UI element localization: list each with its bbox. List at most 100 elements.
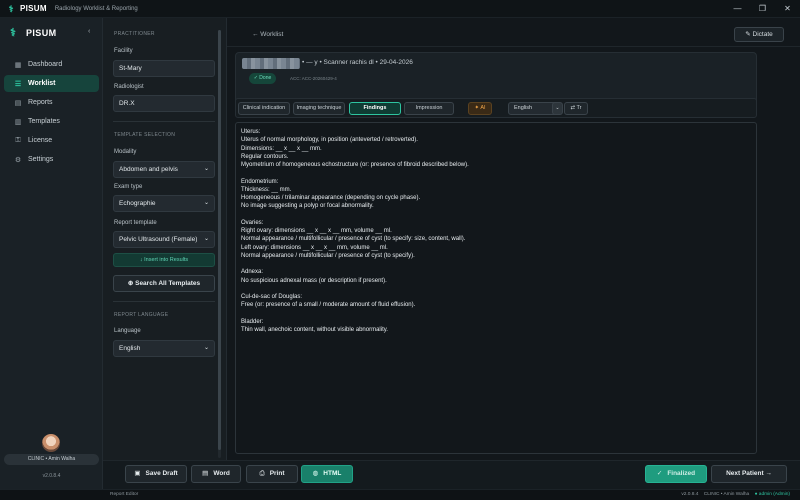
chevron-down-icon: ⌄: [203, 200, 209, 206]
maximize-button[interactable]: ❐: [750, 0, 775, 18]
language-select[interactable]: English ⌄: [113, 340, 215, 357]
report-template-select[interactable]: Pelvic Ultrasound (Female) ⌄: [113, 231, 215, 248]
word-label: Word: [213, 470, 230, 477]
modality-select[interactable]: Abdomen and pelvis ⌄: [113, 161, 215, 178]
editor-line: Bladder:: [241, 318, 264, 325]
sidebar-nav: ▦ Dashboard ☰ Worklist ▤ Reports ▥ Templ…: [4, 56, 99, 170]
editor-line: Thin wall, anechoic content, without vis…: [241, 327, 388, 333]
html-label: HTML: [323, 470, 342, 477]
exam-type-label: Exam type: [114, 184, 143, 190]
facility-field[interactable]: St-Mary: [113, 60, 215, 77]
close-button[interactable]: ✕: [775, 0, 800, 18]
status-badge: ✓ Done: [249, 73, 276, 84]
globe-icon: ◍: [312, 470, 319, 477]
brand: ⚕ PISUM: [10, 26, 57, 39]
caduceus-icon: ⚕: [10, 27, 16, 39]
editor-line: Endometrium:: [241, 178, 279, 185]
editor-line: Normal appearance / multifollicular / pr…: [241, 236, 466, 243]
dictate-label: Dictate: [752, 31, 773, 38]
chevron-down-icon: ⌄: [203, 345, 209, 351]
status-right: v2.0.8.4 CLINIC • Amin Walha ● admin (Ad…: [681, 490, 790, 500]
accession-number: ACC: ACC-20260429-4: [290, 76, 337, 81]
sidebar-item-templates[interactable]: ▥ Templates: [4, 113, 99, 130]
chevron-left-icon[interactable]: ‹: [88, 28, 90, 35]
editor-line: Uterus of normal morphology, in position…: [241, 137, 418, 144]
status-version: v2.0.8.4: [681, 492, 699, 497]
sidebar-item-dashboard[interactable]: ▦ Dashboard: [4, 56, 99, 73]
sidebar-item-label: Settings: [28, 156, 54, 163]
sidebar-item-label: License: [28, 137, 53, 144]
facility-label: Facility: [114, 48, 133, 54]
tab-clinical-indication[interactable]: Clinical indication: [238, 102, 290, 115]
minimize-button[interactable]: —: [725, 0, 750, 18]
status-left: Report Editor: [110, 492, 139, 497]
editor-line: Dimensions: __ x __ x __ mm.: [241, 145, 322, 152]
dictate-button[interactable]: ✎ Dictate: [734, 27, 784, 42]
chevron-down-icon: ⌄: [203, 166, 209, 172]
pen-icon: ✎: [745, 31, 753, 38]
avatar[interactable]: [42, 434, 60, 452]
key-icon: ⚿: [15, 136, 21, 144]
window-controls: — ❐ ✕: [725, 0, 800, 18]
finalize-label: Finalized: [667, 470, 696, 477]
chevron-down-icon: ⌄: [203, 236, 209, 242]
report-editor[interactable]: Uterus: Uterus of normal morphology, in p…: [235, 122, 757, 454]
sidebar-item-worklist[interactable]: ☰ Worklist: [4, 75, 99, 92]
editor-line: No suspicious adnexal mass (or descripti…: [241, 277, 387, 284]
editor-line: Homogeneous / trilaminar appearance (dep…: [241, 195, 421, 201]
insert-into-results-button[interactable]: ↓ Insert into Results: [113, 253, 215, 267]
radiologist-field[interactable]: DR.X: [113, 95, 215, 112]
main-area: ← Worklist ✎ Dictate • — y • Scanner rac…: [227, 18, 800, 460]
html-export-button[interactable]: ◍ HTML: [301, 465, 353, 483]
report-template-value: Pelvic Ultrasound (Female): [119, 236, 198, 243]
next-patient-button[interactable]: Next Patient →: [711, 465, 787, 483]
file-icon: ▤: [14, 99, 22, 107]
search-all-templates-label: Search All Templates: [135, 280, 201, 287]
editor-line: Normal appearance / multifollicular / pr…: [241, 252, 415, 259]
patient-meta: • — y • Scanner rachis dl • 29-04-2026: [302, 59, 413, 66]
save-draft-button[interactable]: ▣ Save Draft: [125, 465, 187, 483]
editor-line: Free (or: presence of a small / moderate…: [241, 302, 416, 309]
exam-type-value: Echographie: [119, 200, 156, 207]
print-button[interactable]: ⎙ Print: [246, 465, 298, 483]
divider: [227, 46, 800, 47]
finalize-button[interactable]: ✓ Finalized: [645, 465, 707, 483]
editor-line: Myometrium of homogeneous echostructure …: [241, 162, 469, 168]
search-all-templates-button[interactable]: ⊕ Search All Templates: [113, 275, 215, 292]
app-subtitle: Radiology Worklist & Reporting: [54, 5, 138, 12]
radiologist-label: Radiologist: [114, 84, 144, 90]
sidebar-item-label: Worklist: [28, 80, 56, 87]
word-export-button[interactable]: ▤ Word: [191, 465, 241, 483]
sidebar-item-license[interactable]: ⚿ License: [4, 132, 99, 149]
language-value: English: [119, 345, 141, 352]
exam-type-select[interactable]: Echographie ⌄: [113, 195, 215, 212]
status-clinic: CLINIC • Amin Walha: [703, 492, 750, 497]
report-options-panel: PRACTITIONER Facility St-Mary Radiologis…: [103, 18, 227, 460]
sidebar-item-settings[interactable]: ⚙ Settings: [4, 151, 99, 168]
editor-line: Ovaries:: [241, 219, 264, 226]
tab-imaging-technique[interactable]: Imaging technique: [293, 102, 345, 115]
chevron-down-icon[interactable]: ⌄: [552, 102, 563, 115]
user-badge[interactable]: CLINIC • Amin Walha: [4, 454, 99, 465]
tab-impression[interactable]: Impression: [404, 102, 454, 115]
editor-line: Cul-de-sac of Douglas:: [241, 294, 303, 300]
modality-label: Modality: [114, 149, 137, 155]
panel-scrollbar-thumb[interactable]: [218, 30, 221, 450]
back-to-worklist-link[interactable]: ← Worklist: [252, 31, 283, 38]
grid-icon: ▦: [14, 61, 22, 69]
status-bar: Report Editor v2.0.8.4 CLINIC • Amin Wal…: [0, 489, 800, 500]
save-draft-label: Save Draft: [145, 470, 178, 477]
status-user: ● admin (Admin): [754, 492, 790, 497]
ai-button[interactable]: ✦ AI: [468, 102, 492, 115]
version-label: v2.0.8.4: [42, 473, 61, 479]
sidebar-item-label: Dashboard: [28, 61, 63, 68]
sidebar-item-reports[interactable]: ▤ Reports: [4, 94, 99, 111]
translate-button[interactable]: ⇄ Tr: [564, 102, 588, 115]
divider: [113, 301, 215, 302]
editor-line: Adnexa:: [241, 269, 264, 276]
section-tabs: Clinical indication Imaging technique Fi…: [235, 98, 757, 118]
tab-findings[interactable]: Findings: [349, 102, 401, 115]
